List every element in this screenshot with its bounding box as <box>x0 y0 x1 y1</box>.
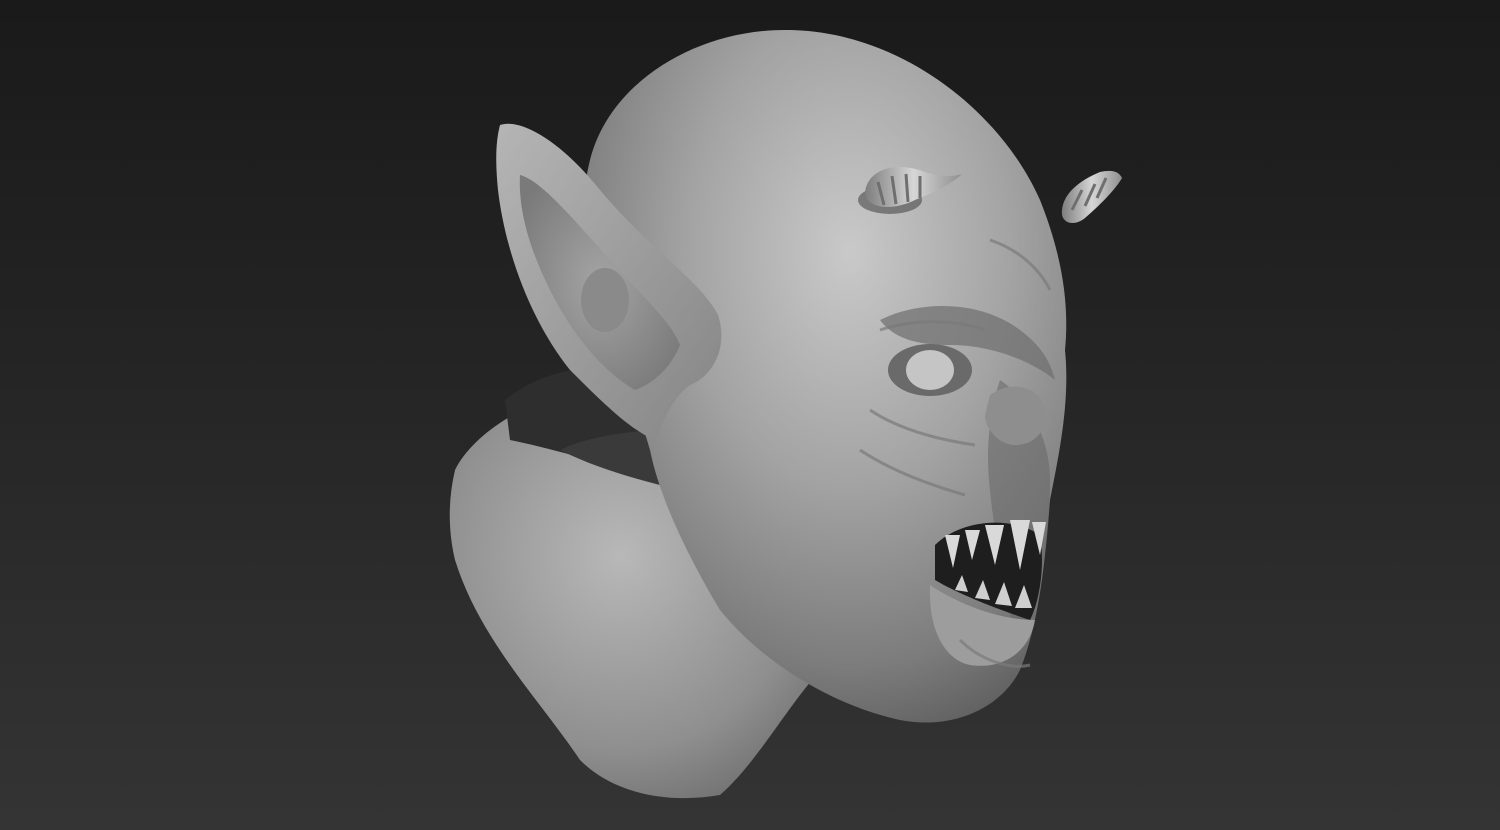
eye <box>906 350 954 390</box>
creature-head-sculpt <box>449 29 1122 799</box>
ear-canal <box>581 268 629 332</box>
right-horn <box>1061 170 1122 224</box>
render-viewport <box>0 0 1500 830</box>
